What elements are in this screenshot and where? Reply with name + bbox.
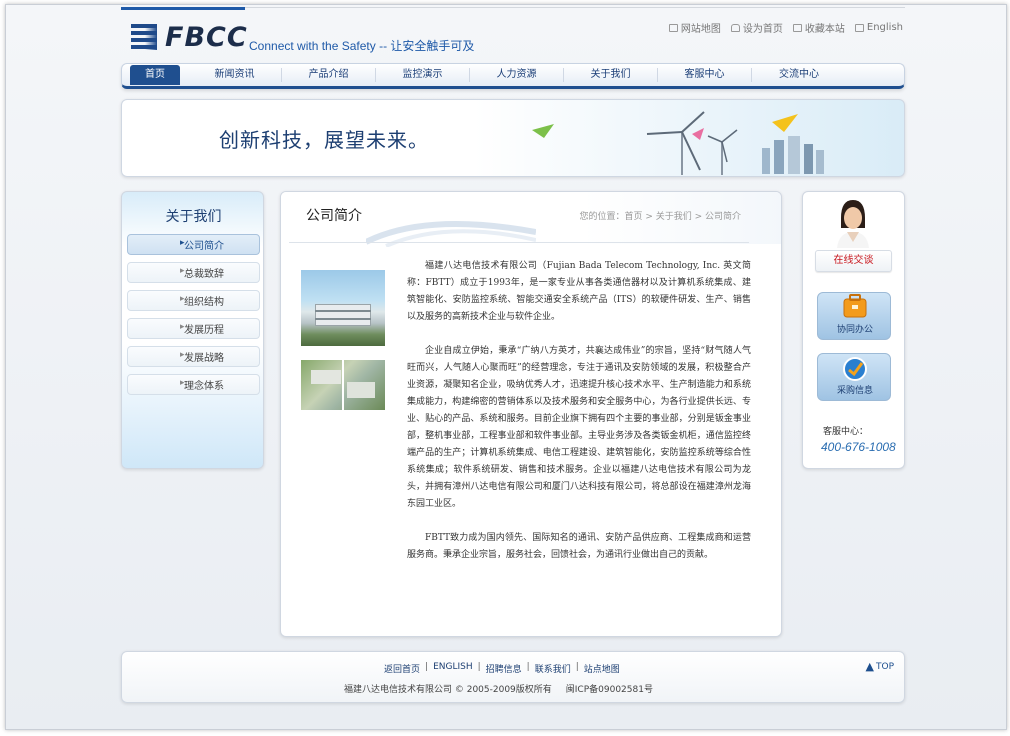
sitemap-link[interactable]: 网站地图 [668,20,721,35]
sidebar-menu: 公司简介 总裁致辞 组织结构 发展历程 发展战略 理念体系 [127,234,260,402]
banner: 创新科技，展望未来。 [121,99,905,177]
office-briefcase-icon [843,294,867,318]
company-profile-text: 福建八达电信技术有限公司（Fujian Bada Telecom Technol… [407,258,751,581]
office-collaboration-button[interactable]: 协同办公 [817,292,891,340]
header-divider [245,7,905,8]
sidebar-item-history[interactable]: 发展历程 [127,318,260,339]
footer-separator: | [575,662,579,672]
footer-link-sitemap[interactable]: 站点地图 [584,662,620,675]
nav-home[interactable]: 首页 [130,65,180,85]
footer-link-jobs[interactable]: 招聘信息 [486,662,522,675]
footer-link-home[interactable]: 返回首页 [384,662,420,675]
content-header: 公司简介 您的位置：首页 > 关于我们 > 公司简介 [281,192,781,247]
bookmark-link[interactable]: 收藏本站 [792,20,845,35]
main-nav: 首页 新闻资讯 产品介绍 监控演示 人力资源 关于我们 客服中心 交流中心 [121,63,905,89]
logo-mark-icon [131,24,157,50]
profile-paragraph-1: 福建八达电信技术有限公司（Fujian Bada Telecom Technol… [407,261,751,322]
nav-products[interactable]: 产品介绍 [282,68,376,82]
footer-separator: | [425,662,429,672]
bookmark-icon [792,23,802,32]
nav-monitoring-demo[interactable]: 监控演示 [376,68,470,82]
english-link[interactable]: English [854,20,903,35]
left-sidebar: 关于我们 公司简介 总裁致辞 组织结构 发展历程 发展战略 理念体系 [121,191,264,469]
sidebar-title: 关于我们 [165,209,222,225]
footer-link-english[interactable]: ENGLISH [433,662,473,675]
service-phone[interactable]: 400-676-1008 [821,440,896,454]
purchase-info-label: 采购信息 [836,386,873,396]
header-accent-line [121,7,245,10]
service-center-label: 客服中心： [823,427,869,437]
sidebar-item-company-profile[interactable]: 公司简介 [127,234,260,255]
nav-hr[interactable]: 人力资源 [470,68,564,82]
campus-aerial-photo [301,360,385,410]
title-divider [289,242,749,243]
sidebar-item-strategy[interactable]: 发展战略 [127,346,260,367]
nav-community[interactable]: 交流中心 [752,68,846,82]
language-icon [854,23,864,32]
page-container: FBCC Connect with the Safety -- 让安全触手可及 … [121,5,905,731]
footer-copyright: 福建八达电信技术有限公司 © 2005-2009版权所有 闽ICP备090025… [344,682,653,695]
slogan: Connect with the Safety -- 让安全触手可及 [249,39,475,53]
page-frame: FBCC Connect with the Safety -- 让安全触手可及 … [5,4,1007,730]
profile-paragraph-3: FBTT致力成为国内领先、国际知名的通讯、安防产品供应商、工程集成商和运营服务商… [407,533,751,560]
online-chat-button[interactable]: 在线交谈 [815,250,892,272]
home-icon [730,23,740,32]
sitemap-link-label: 网站地图 [680,24,721,35]
nav-about[interactable]: 关于我们 [564,68,658,82]
right-sidebar: 在线交谈 协同办公 采购信息 客服中心： 400-676-1008 [802,191,905,469]
up-arrow-icon: ▲ [865,660,874,673]
purchase-info-button[interactable]: 采购信息 [817,353,891,401]
company-building-photo [301,270,385,346]
purchase-info-icon [843,357,867,381]
footer-link-contact[interactable]: 联系我们 [535,662,571,675]
banner-illustration [532,111,824,175]
bookmark-link-label: 收藏本站 [804,24,845,35]
footer-separator: | [526,662,530,672]
set-homepage-link[interactable]: 设为首页 [730,20,783,35]
nav-service-center[interactable]: 客服中心 [658,68,752,82]
copyright-text: 福建八达电信技术有限公司 © 2005-2009版权所有 [344,685,552,695]
logo-text: FBCC [165,21,248,53]
nav-news[interactable]: 新闻资讯 [188,68,282,82]
footer: 返回首页 | ENGLISH | 招聘信息 | 联系我们 | 站点地图 福建八达电信技术… [121,651,905,703]
footer-links: 返回首页 | ENGLISH | 招聘信息 | 联系我们 | 站点地图 [384,662,620,675]
office-collaboration-label: 协同办公 [836,325,873,335]
sidebar-item-president-message[interactable]: 总裁致辞 [127,262,260,283]
header-swoosh-decoration [366,221,536,247]
english-link-label: English [866,22,903,33]
breadcrumb: 您的位置：首页 > 关于我们 > 公司简介 [579,212,741,222]
back-to-top-label: TOP [875,661,894,672]
footer-separator: | [477,662,481,672]
customer-service-avatar [837,200,869,248]
top-links: 网站地图 设为首页 收藏本站 English [668,20,903,35]
back-to-top-button[interactable]: ▲ TOP [866,660,894,673]
logo[interactable]: FBCC [131,21,248,53]
banner-slogan: 创新科技，展望未来。 [219,128,429,152]
page-title: 公司简介 [306,208,362,224]
main-content: 公司简介 您的位置：首页 > 关于我们 > 公司简介 福建八达电信技术有限公司（… [280,191,782,637]
sidebar-item-organization[interactable]: 组织结构 [127,290,260,311]
set-homepage-link-label: 设为首页 [742,24,783,35]
sitemap-icon [668,23,678,32]
icp-number[interactable]: 闽ICP备09002581号 [566,682,653,695]
sidebar-item-philosophy[interactable]: 理念体系 [127,374,260,395]
profile-paragraph-2: 企业自成立伊始，秉承“广纳八方英才，共襄达成伟业”的宗旨，坚持“财气随人气旺而兴… [407,346,751,509]
company-photos [301,270,385,410]
